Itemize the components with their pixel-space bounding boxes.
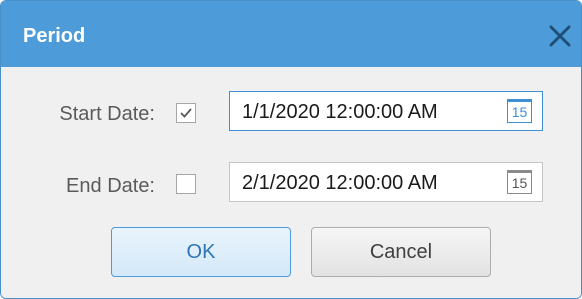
close-button[interactable] [547, 23, 573, 49]
checkmark-icon [180, 108, 192, 118]
start-date-checkbox[interactable] [176, 103, 196, 123]
ok-button[interactable]: OK [111, 227, 291, 277]
dialog-body: Start Date: 1/1/2020 12:00:00 AM 15 End … [1, 67, 581, 298]
cancel-button[interactable]: Cancel [311, 227, 491, 277]
end-date-value: 2/1/2020 12:00:00 AM [242, 172, 438, 194]
dialog-titlebar[interactable]: Period [1, 1, 581, 67]
end-date-label: End Date: [66, 175, 155, 197]
period-dialog: Period Start Date: 1/1/2020 12:00:00 AM … [0, 0, 582, 299]
end-calendar-button[interactable]: 15 [507, 170, 532, 194]
dialog-title: Period [23, 25, 86, 47]
start-calendar-button[interactable]: 15 [507, 99, 532, 123]
start-date-field[interactable]: 1/1/2020 12:00:00 AM 15 [229, 91, 543, 131]
calendar-icon: 15 [511, 104, 528, 120]
calendar-icon: 15 [511, 175, 528, 191]
start-date-value: 1/1/2020 12:00:00 AM [242, 101, 438, 123]
close-icon [549, 25, 571, 47]
end-date-field[interactable]: 2/1/2020 12:00:00 AM 15 [229, 162, 543, 202]
end-date-checkbox[interactable] [176, 174, 196, 194]
start-date-label: Start Date: [59, 103, 155, 125]
